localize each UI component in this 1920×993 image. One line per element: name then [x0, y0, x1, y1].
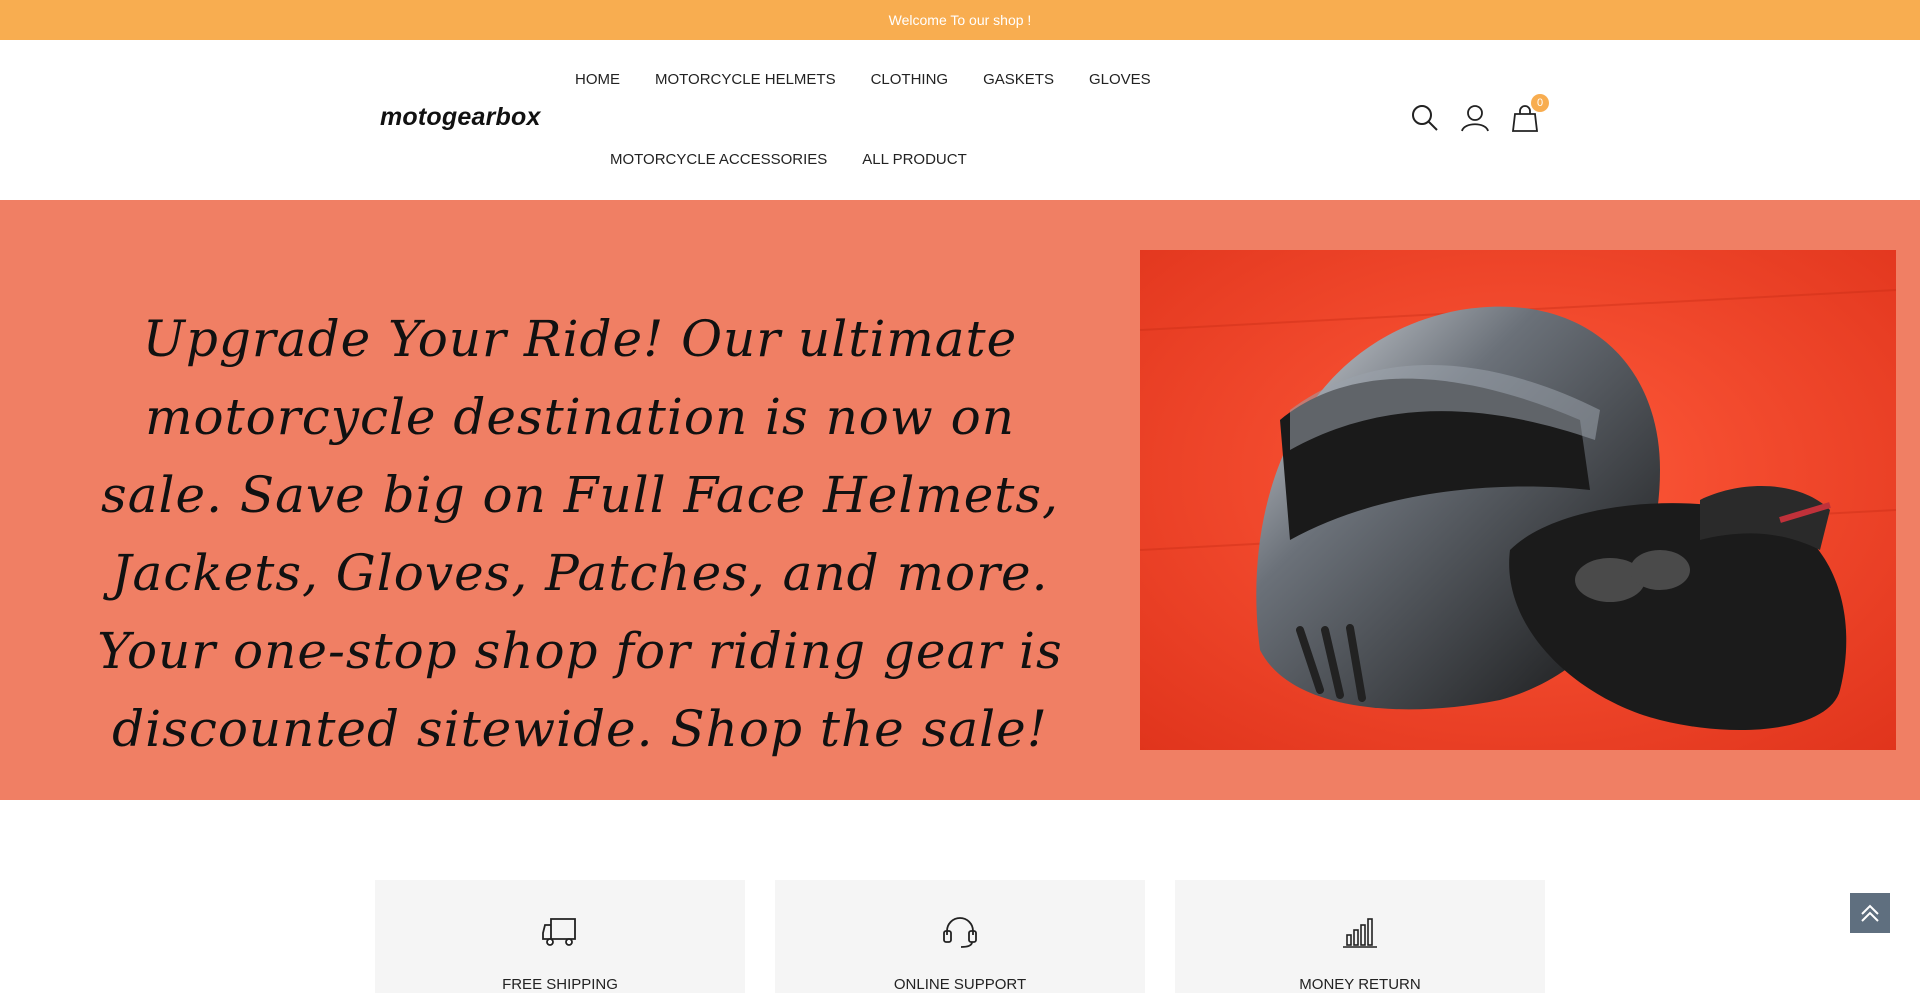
features-row: FREE SHIPPING ONLINE SUPPORT MONEY RETUR…	[375, 880, 1545, 993]
nav-all-product[interactable]: ALL PRODUCT	[862, 151, 966, 168]
nav-home[interactable]: HOME	[575, 71, 620, 88]
nav-gloves[interactable]: GLOVES	[1089, 71, 1151, 88]
chart-icon	[1341, 915, 1379, 949]
nav-gaskets[interactable]: GASKETS	[983, 71, 1054, 88]
nav-motorcycle-helmets[interactable]: MOTORCYCLE HELMETS	[655, 71, 836, 88]
feature-label: MONEY RETURN	[1299, 976, 1421, 993]
feature-online-support: ONLINE SUPPORT	[775, 880, 1145, 993]
hero-helmet-image	[1140, 250, 1896, 750]
nav-motorcycle-accessories[interactable]: MOTORCYCLE ACCESSORIES	[610, 151, 827, 168]
hero-text: Upgrade Your Ride! Our ultimate motorcyc…	[97, 310, 1063, 758]
double-chevron-up-icon	[1861, 904, 1879, 922]
announcement-bar: Welcome To our shop !	[0, 0, 1920, 40]
truck-icon	[541, 915, 579, 949]
search-icon[interactable]	[1410, 103, 1440, 133]
header-icons: 0	[1410, 94, 1549, 133]
cart-icon[interactable]: 0	[1510, 94, 1549, 133]
user-icon[interactable]	[1460, 103, 1490, 133]
scroll-to-top-button[interactable]	[1850, 893, 1890, 933]
hero-banner: Upgrade Your Ride! Our ultimate motorcyc…	[0, 200, 1920, 800]
nav-clothing[interactable]: CLOTHING	[871, 71, 949, 88]
feature-label: FREE SHIPPING	[502, 976, 618, 993]
site-header: motogearbox HOME MOTORCYCLE HELMETS CLOT…	[0, 40, 1920, 200]
headset-icon	[941, 915, 979, 949]
main-nav-row-2: MOTORCYCLE ACCESSORIES ALL PRODUCT	[610, 151, 967, 168]
feature-label: ONLINE SUPPORT	[893, 976, 1027, 993]
main-nav-row-1: HOME MOTORCYCLE HELMETS CLOTHING GASKETS…	[575, 71, 1151, 88]
feature-free-shipping: FREE SHIPPING	[375, 880, 745, 993]
cart-count-badge: 0	[1531, 94, 1549, 112]
site-logo[interactable]: motogearbox	[380, 103, 541, 132]
announcement-text: Welcome To our shop !	[888, 12, 1032, 28]
feature-money-return: MONEY RETURN	[1175, 880, 1545, 993]
